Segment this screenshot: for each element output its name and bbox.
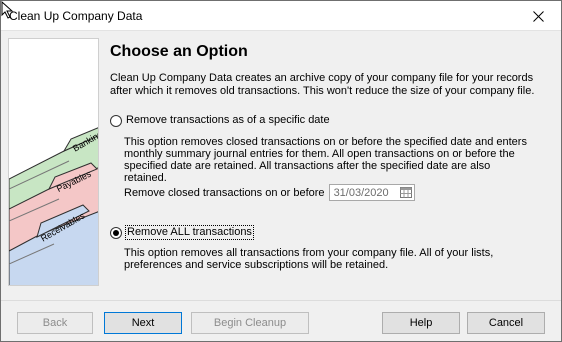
dialog-body: Banking Payables Receivables Choose an O…	[1, 32, 561, 300]
calendar-icon[interactable]	[399, 187, 412, 198]
file-folders-image	[9, 39, 98, 285]
next-button-label: Next	[131, 317, 155, 329]
option-remove-all-label[interactable]: Remove ALL transactions	[125, 225, 254, 240]
back-button-label: Back	[42, 317, 68, 329]
intro-text: Clean Up Company Data creates an archive…	[110, 72, 535, 97]
close-button[interactable]	[515, 1, 561, 31]
dialog-window: Clean Up Company Data Banking Payables R…	[0, 0, 562, 342]
option-remove-all[interactable]: Remove ALL transactions	[110, 225, 254, 240]
option-specific-date-description: This option removes closed transactions …	[124, 136, 527, 184]
radio-specific-date[interactable]	[110, 114, 122, 127]
option-remove-all-description: This option removes all transactions fro…	[124, 247, 494, 271]
cutoff-date-value: 31/03/2020	[333, 186, 389, 199]
window-title: Clean Up Company Data	[9, 9, 143, 23]
next-button[interactable]: Next	[104, 312, 182, 334]
radio-remove-all[interactable]	[110, 226, 122, 239]
cutoff-date-field[interactable]: 31/03/2020	[328, 184, 415, 201]
cutoff-date-row: Remove closed transactions on or before …	[124, 184, 415, 201]
back-button[interactable]: Back	[17, 312, 93, 334]
help-button[interactable]: Help	[382, 312, 460, 334]
page-heading: Choose an Option	[110, 43, 248, 60]
option-specific-date[interactable]: Remove transactions as of a specific dat…	[110, 114, 330, 127]
cancel-button-label: Cancel	[488, 317, 524, 329]
folder-illustration: Banking Payables Receivables	[8, 38, 99, 286]
title-bar: Clean Up Company Data	[1, 1, 561, 31]
begin-cleanup-button[interactable]: Begin Cleanup	[191, 312, 309, 334]
begin-cleanup-button-label: Begin Cleanup	[213, 317, 287, 329]
cutoff-date-label: Remove closed transactions on or before	[124, 186, 325, 199]
close-icon	[532, 10, 544, 22]
button-bar: Back Next Begin Cleanup Help Cancel	[1, 300, 561, 341]
cancel-button[interactable]: Cancel	[467, 312, 545, 334]
option-specific-date-label[interactable]: Remove transactions as of a specific dat…	[126, 114, 330, 127]
help-button-label: Help	[409, 317, 433, 329]
